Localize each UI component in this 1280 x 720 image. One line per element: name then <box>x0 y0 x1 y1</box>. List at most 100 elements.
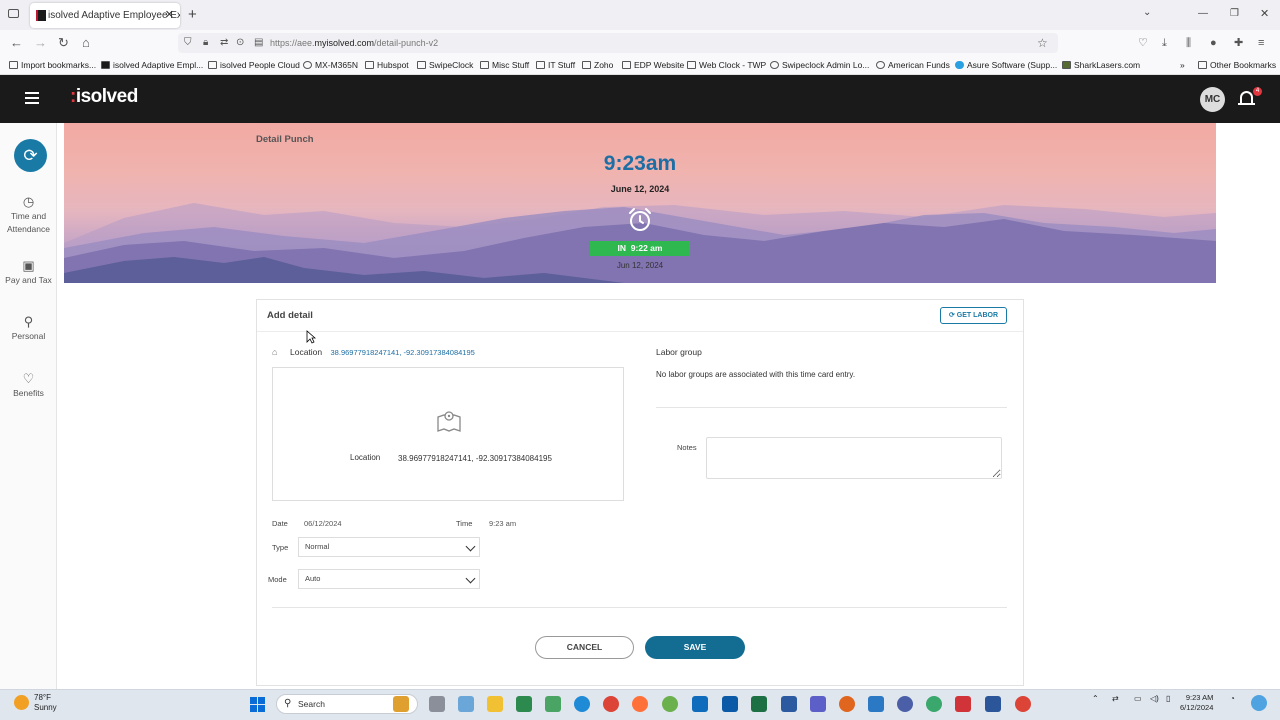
save-button[interactable]: SAVE <box>645 636 745 659</box>
address-bar[interactable]: https://aee.myisolved.com/detail-punch-v… <box>178 33 1058 53</box>
hamburger-menu-icon[interactable] <box>25 92 39 94</box>
library-icon[interactable]: ⫼ <box>1186 35 1191 51</box>
new-tab-icon[interactable]: + <box>188 6 197 23</box>
forward-icon[interactable]: → <box>34 35 47 51</box>
current-time: 9:23am <box>603 152 677 175</box>
menu-icon[interactable]: ≡ <box>1258 35 1264 51</box>
minimize-icon[interactable]: — <box>1198 8 1208 19</box>
notes-field[interactable] <box>706 437 1002 479</box>
shield-icon[interactable]: ⛉ <box>184 35 192 51</box>
bookmark-item[interactable]: SharkLasers.com <box>1062 60 1140 70</box>
bookmark-item[interactable]: EDP Website <box>622 60 684 70</box>
taskbar-task-view-icon[interactable] <box>429 696 445 712</box>
reload-icon[interactable]: ↻ <box>58 35 69 51</box>
punch-refresh-icon[interactable]: ⟳ <box>14 139 47 172</box>
map-box[interactable] <box>272 367 624 501</box>
taskbar-app-briefcase-icon[interactable] <box>393 696 409 712</box>
taskbar-app-green-icon[interactable] <box>662 696 678 712</box>
home-icon[interactable]: ⌂ <box>82 35 90 51</box>
sidebar-item-personal[interactable]: ⚲ Personal <box>0 315 57 343</box>
taskbar-calculator-icon[interactable] <box>545 696 561 712</box>
weather-widget[interactable]: 78°F Sunny <box>34 693 57 713</box>
type-select[interactable]: Normal <box>298 537 480 557</box>
copilot-icon[interactable] <box>1251 695 1267 711</box>
url-prefix: https://aee. <box>270 38 315 48</box>
account-icon[interactable]: ● <box>1210 35 1217 51</box>
bookmark-item[interactable]: Import bookmarks... <box>9 60 96 70</box>
taskbar-chrome-icon[interactable] <box>603 696 619 712</box>
taskbar-file-explorer-icon[interactable] <box>487 696 503 712</box>
taskbar-teams-icon[interactable] <box>810 696 826 712</box>
extensions-icon[interactable]: ✚ <box>1234 35 1243 51</box>
bookmark-item[interactable]: isolved Adaptive Empl... <box>101 60 203 70</box>
tray-display-icon[interactable]: ▭ <box>1134 694 1142 703</box>
notifications-icon[interactable]: ◔ <box>1230 694 1235 703</box>
mountain-landscape <box>64 203 1216 283</box>
taskbar-app-orange-icon[interactable] <box>839 696 855 712</box>
bookmark-folder[interactable]: IT Stuff <box>536 60 575 70</box>
taskbar-edge-icon[interactable] <box>574 696 590 712</box>
taskbar-firefox-icon[interactable] <box>632 696 648 712</box>
bookmark-star-icon[interactable]: ☆ <box>1037 35 1048 51</box>
restore-icon[interactable]: ❐ <box>1230 8 1239 19</box>
pocket-icon[interactable]: ♡ <box>1138 35 1148 51</box>
tray-battery-icon[interactable]: ▯ <box>1166 694 1170 703</box>
location-value[interactable]: 38.96977918247141, -92.30917384084195 <box>331 348 475 357</box>
cancel-button[interactable]: CANCEL <box>535 636 634 659</box>
import-icon <box>9 61 18 69</box>
sidebar-item-pay-and-tax[interactable]: ▣ Pay and Tax <box>0 259 57 287</box>
bookmark-folder[interactable]: Zoho <box>582 60 613 70</box>
tray-network-icon[interactable]: ⇄ <box>1112 694 1119 703</box>
lock-icon[interactable]: 🔒︎ <box>203 35 208 51</box>
taskbar-chrome-profile-icon[interactable] <box>1015 696 1031 712</box>
sidebar-item-time-and-attendance[interactable]: ◷ Time and Attendance <box>0 195 57 236</box>
taskbar-app-blue-icon[interactable] <box>781 696 797 712</box>
sidebar-item-benefits[interactable]: ♡ Benefits <box>0 372 57 400</box>
tray-volume-icon[interactable]: ◁) <box>1150 694 1159 703</box>
back-icon[interactable]: ← <box>10 35 23 51</box>
tab-overview-icon[interactable] <box>8 9 19 18</box>
more-bookmarks-icon[interactable]: » <box>1180 60 1185 70</box>
browser-tab[interactable]: isolved Adaptive Employee Exp ✕ <box>30 3 180 28</box>
taskbar-app-icon[interactable] <box>516 696 532 712</box>
bookmark-item[interactable]: Swipeclock Admin Lo... <box>770 60 869 70</box>
bookmark-item[interactable]: American Funds <box>876 60 950 70</box>
folder-icon <box>536 61 545 69</box>
tab-list-chevron-icon[interactable]: ⌄ <box>1143 7 1151 18</box>
taskbar-notepad-icon[interactable] <box>868 696 884 712</box>
bookmark-folder[interactable]: Other Bookmarks <box>1198 60 1276 70</box>
bookmark-folder[interactable]: Hubspot <box>365 60 409 70</box>
taskbar-outlook-new-icon[interactable] <box>722 696 738 712</box>
bookmark-item[interactable]: MX-M365N <box>303 60 358 70</box>
get-labor-button[interactable]: ⟳ GET LABOR <box>940 307 1007 324</box>
taskbar-app-red-icon[interactable] <box>955 696 971 712</box>
tray-overflow-icon[interactable]: ⌃ <box>1092 694 1099 703</box>
avatar[interactable]: MC <box>1200 87 1225 112</box>
bookmark-item[interactable]: isolved People Cloud <box>208 60 300 70</box>
taskbar-excel-icon[interactable] <box>751 696 767 712</box>
taskbar-outlook-icon[interactable] <box>692 696 708 712</box>
bookmark-item[interactable]: Web Clock - TWP <box>687 60 766 70</box>
close-tab-icon[interactable]: ✕ <box>165 3 174 28</box>
permissions-icon[interactable]: ⇄ <box>220 35 228 51</box>
bookmark-folder[interactable]: Misc Stuff <box>480 60 529 70</box>
time-value: 9:23 am <box>489 519 517 528</box>
isolved-favicon-icon <box>36 10 46 21</box>
start-button[interactable] <box>250 697 265 712</box>
taskbar-word-icon[interactable] <box>985 696 1001 712</box>
taskbar-settings-icon[interactable] <box>897 696 913 712</box>
location-permission-icon[interactable]: ⊙ <box>236 35 244 51</box>
taskbar-app-globe-icon[interactable] <box>926 696 942 712</box>
bookmark-folder[interactable]: SwipeClock <box>417 60 473 70</box>
weather-sun-icon[interactable] <box>14 695 29 710</box>
bookmark-item[interactable]: Asure Software (Supp... <box>955 60 1057 70</box>
window-close-icon[interactable]: ✕ <box>1260 7 1269 20</box>
cloud-icon <box>955 61 964 69</box>
divider <box>272 607 1007 608</box>
money-icon: ▣ <box>22 258 35 273</box>
taskbar-photos-icon[interactable] <box>458 696 474 712</box>
taskbar-clock[interactable]: 9:23 AM 6/12/2024 <box>1180 693 1213 713</box>
mode-select[interactable]: Auto <box>298 569 480 589</box>
notification-bell-icon[interactable] <box>1238 91 1255 105</box>
downloads-icon[interactable]: ⤓ <box>1162 35 1167 51</box>
